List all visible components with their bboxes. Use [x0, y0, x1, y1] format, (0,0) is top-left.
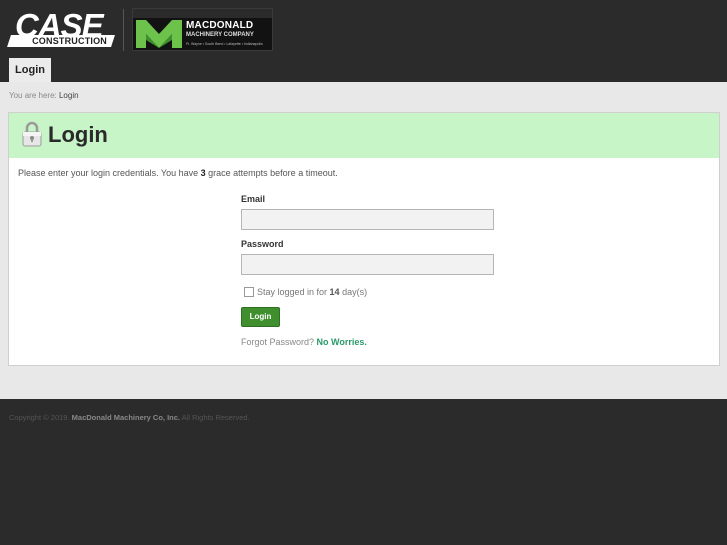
copyright: Copyright © 2019. MacDonald Machinery Co… — [9, 413, 250, 422]
stay-days: 14 — [329, 287, 340, 297]
case-logo-sub: CONSTRUCTION — [7, 35, 115, 47]
macdonald-title: MACDONALD — [186, 20, 254, 31]
login-panel-header: Login — [9, 113, 719, 158]
header: CASE CONSTRUCTION MACDONALD MACHINERY CO… — [0, 0, 727, 82]
forgot-password: Forgot Password? No Worries. — [241, 337, 367, 347]
case-construction-logo[interactable]: CASE CONSTRUCTION — [7, 7, 115, 47]
stay-before: Stay logged in for — [257, 287, 330, 297]
tab-login[interactable]: Login — [9, 58, 51, 82]
macdonald-cities: Ft. Wayne • South Bend • Lafayette • Ind… — [186, 42, 263, 46]
login-button[interactable]: Login — [241, 307, 280, 327]
stay-logged-in-checkbox[interactable] — [244, 287, 254, 297]
intro-after: grace attempts before a timeout. — [205, 168, 338, 178]
macdonald-logo-bar — [133, 9, 272, 18]
stay-logged-in-label[interactable]: Stay logged in for 14 day(s) — [257, 287, 367, 297]
forgot-text: Forgot Password? — [241, 337, 317, 347]
breadcrumb-prefix: You are here: — [9, 91, 57, 100]
macdonald-m-icon — [136, 20, 182, 48]
breadcrumb: You are here: Login — [9, 91, 79, 100]
case-logo-sub-text: CONSTRUCTION — [32, 36, 107, 46]
stay-after: day(s) — [339, 287, 368, 297]
macdonald-subtitle: MACHINERY COMPANY — [186, 32, 254, 38]
breadcrumb-current: Login — [58, 91, 79, 100]
copyright-after: All Rights Reserved. — [180, 413, 250, 422]
password-label: Password — [241, 239, 284, 249]
macdonald-logo[interactable]: MACDONALD MACHINERY COMPANY Ft. Wayne • … — [132, 8, 273, 51]
footer: Copyright © 2019. MacDonald Machinery Co… — [0, 399, 727, 545]
password-field[interactable] — [241, 254, 494, 275]
forgot-password-link[interactable]: No Worries. — [317, 337, 367, 347]
logo-divider — [123, 9, 124, 51]
login-panel: Login Please enter your login credential… — [8, 112, 720, 366]
page-title: Login — [48, 122, 108, 147]
main-content: You are here: Login Login Please enter y… — [0, 82, 727, 399]
lock-icon — [22, 121, 42, 147]
copyright-before: Copyright © 2019. — [9, 413, 72, 422]
login-intro: Please enter your login credentials. You… — [18, 168, 338, 178]
copyright-company: MacDonald Machinery Co, Inc. — [71, 413, 181, 422]
intro-before: Please enter your login credentials. You… — [18, 168, 201, 178]
email-label: Email — [241, 194, 266, 204]
email-field[interactable] — [241, 209, 494, 230]
